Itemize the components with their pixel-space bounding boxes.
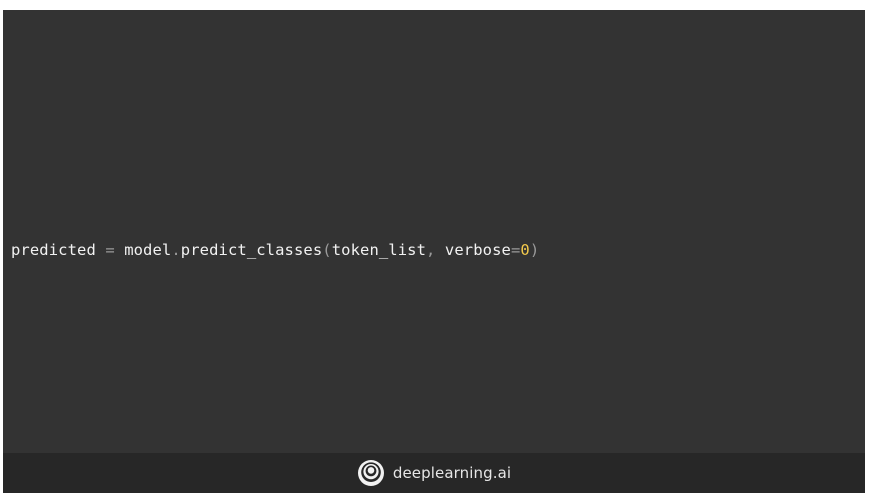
brand-name: deeplearning.ai [392,464,512,482]
code-token-assign: = [95,241,125,259]
code-line: predicted = model.predict_classes(token_… [11,239,539,261]
code-token-open-paren: ( [322,241,332,259]
slide-frame: predicted = model.predict_classes(token_… [3,10,865,493]
brand: deeplearning.ai [357,459,511,487]
code-token-number: 0 [520,241,530,259]
code-token-object: model [124,241,172,259]
footer-bar: deeplearning.ai [3,453,865,493]
code-token-close-paren: ) [529,241,540,259]
code-token-dot: . [171,241,181,259]
code-token-kwarg: verbose [444,241,511,259]
code-token-arg: token_list [331,241,427,259]
code-token-method: predict_classes [180,241,323,259]
code-area: predicted = model.predict_classes(token_… [3,10,865,453]
code-token-equals: = [510,241,521,259]
code-token-variable: predicted [11,241,96,259]
deeplearning-ai-logo-icon [357,460,384,486]
code-token-comma: , [426,241,445,259]
